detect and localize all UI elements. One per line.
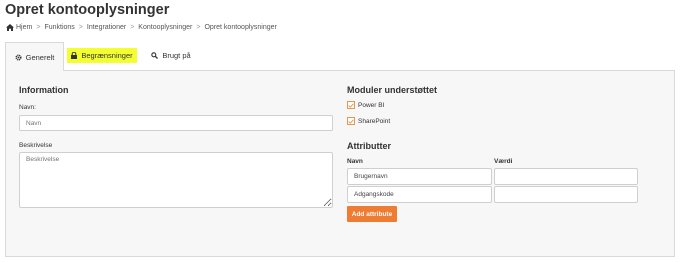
tab-restrictions[interactable]: Begrænsninger — [64, 42, 140, 69]
sharepoint-label: SharePoint — [358, 117, 391, 125]
breadcrumb: Hjem > Funktions > Integrationer > Konto… — [6, 24, 277, 31]
tab-general-label: Generelt — [25, 52, 55, 62]
name-label: Navn: — [19, 104, 36, 111]
description-textarea[interactable] — [19, 152, 333, 208]
attribute-value-column: Værdi — [494, 158, 513, 165]
attribute-value-input-1[interactable] — [494, 168, 638, 185]
home-icon — [6, 24, 14, 31]
breadcrumb-account-info[interactable]: Kontooplysninger — [138, 24, 192, 31]
module-power-bi: Power BI — [347, 101, 384, 109]
name-input[interactable] — [19, 115, 333, 131]
breadcrumb-home[interactable]: Hjem — [16, 24, 32, 31]
gear-icon — [15, 53, 22, 61]
power-bi-checkbox[interactable] — [347, 101, 355, 109]
page-title: Opret kontooplysninger — [5, 2, 170, 18]
information-heading: Information — [19, 85, 69, 95]
breadcrumb-integrations[interactable]: Integrationer — [87, 24, 126, 31]
breadcrumb-separator: > — [78, 24, 83, 31]
tab-restrictions-label: Begrænsninger — [81, 51, 133, 60]
breadcrumb-separator: > — [196, 24, 201, 31]
sharepoint-checkbox[interactable] — [347, 117, 355, 125]
search-icon — [151, 52, 159, 59]
lock-icon — [71, 52, 78, 59]
attribute-value-input-2[interactable] — [494, 186, 638, 203]
breadcrumb-separator: > — [130, 24, 135, 31]
tab-used-on[interactable]: Brugt på — [140, 42, 202, 69]
tab-bar: Generelt Begrænsninger Brugt på — [5, 42, 202, 71]
attribute-name-input-2[interactable] — [347, 186, 492, 203]
add-attribute-button[interactable]: Add attribute — [347, 206, 397, 222]
breadcrumb-current: Opret kontooplysninger — [204, 24, 277, 31]
modules-heading: Moduler understøttet — [347, 85, 437, 95]
breadcrumb-separator: > — [36, 24, 41, 31]
tab-restrictions-highlight: Begrænsninger — [67, 48, 137, 63]
tab-used-on-label: Brugt på — [162, 51, 191, 60]
attribute-name-column: Navn — [347, 158, 363, 165]
power-bi-label: Power BI — [358, 101, 385, 109]
description-label: Beskrivelse — [19, 142, 53, 149]
tab-panel: Information Navn: Beskrivelse Moduler un… — [5, 70, 675, 257]
attribute-name-input-1[interactable] — [347, 168, 492, 185]
attributes-heading: Attributter — [347, 141, 391, 151]
breadcrumb-functions[interactable]: Funktions — [44, 24, 74, 31]
module-sharepoint: SharePoint — [347, 117, 390, 125]
tab-general[interactable]: Generelt — [5, 42, 64, 71]
